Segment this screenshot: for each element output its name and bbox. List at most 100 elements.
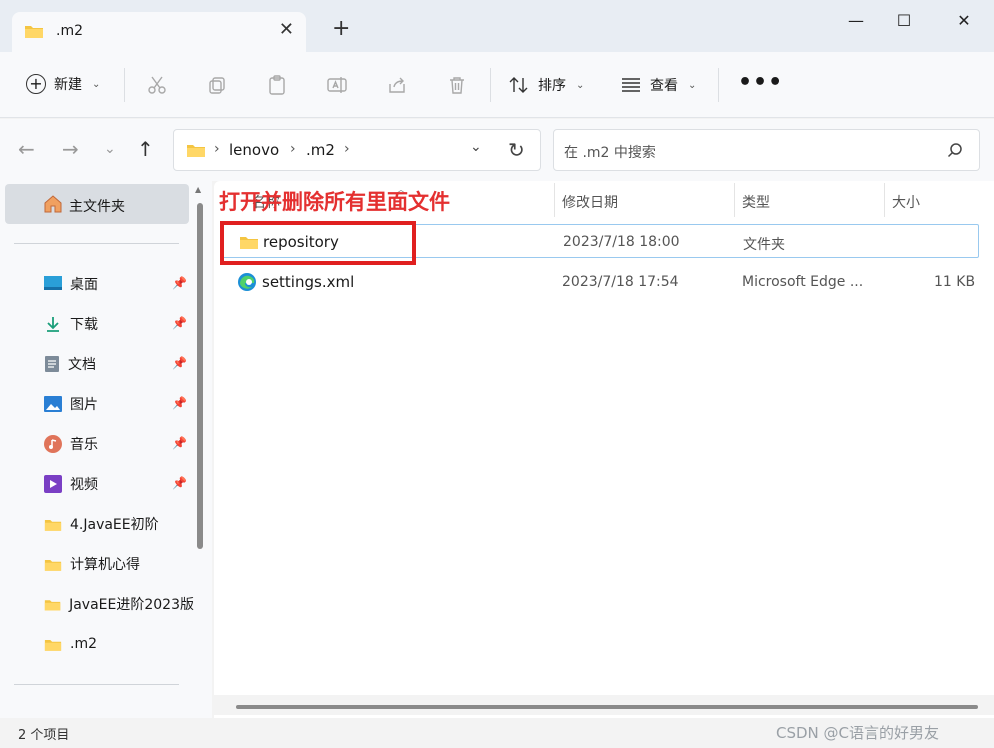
delete-icon[interactable] (446, 74, 468, 96)
cut-icon[interactable] (146, 74, 168, 96)
edge-icon (238, 273, 256, 291)
toolbar-divider (490, 68, 491, 102)
pin-icon[interactable]: 📌 (172, 316, 187, 330)
column-divider[interactable] (734, 183, 735, 217)
sidebar-scrollbar[interactable] (197, 203, 203, 549)
sidebar-item-label: 计算机心得 (70, 557, 140, 573)
new-label: 新建 (54, 77, 82, 93)
copy-icon[interactable] (206, 74, 228, 96)
file-date: 2023/7/18 17:54 (562, 274, 679, 290)
document-icon (45, 356, 59, 372)
folder-icon (25, 26, 43, 38)
sort-icon (509, 77, 528, 93)
toolbar-divider (718, 68, 719, 102)
status-bar: 2 个项目 CSDN @C语言的好男友 (0, 718, 994, 748)
search-icon[interactable] (947, 142, 963, 158)
up-arrow-icon[interactable]: ↑ (137, 137, 154, 161)
refresh-icon[interactable]: ↻ (508, 138, 525, 162)
view-button[interactable]: 查看 ⌄ (620, 75, 696, 95)
file-row-settings[interactable]: settings.xml 2023/7/18 17:54 Microsoft E… (222, 265, 979, 299)
share-icon[interactable] (386, 74, 408, 96)
pin-icon[interactable]: 📌 (172, 356, 187, 370)
title-bar: .m2 ✕ + — ☐ ✕ (0, 0, 994, 52)
breadcrumb-chevron-icon[interactable]: › (290, 141, 296, 157)
view-icon (622, 78, 640, 92)
breadcrumb-chevron-icon[interactable]: › (214, 141, 220, 157)
watermark: CSDN @C语言的好男友 (776, 724, 940, 742)
scroll-up-icon[interactable]: ▲ (195, 185, 201, 194)
plus-icon: + (26, 74, 46, 94)
pin-icon[interactable]: 📌 (172, 396, 187, 410)
folder-icon (187, 145, 205, 157)
navigation-pane: 主文件夹 桌面 📌 下载 📌 文档 📌 图片 📌 音乐 📌 视频 📌 4.Jav… (0, 181, 212, 718)
picture-icon (44, 396, 62, 412)
chevron-down-icon: ⌄ (688, 79, 697, 91)
download-icon (47, 317, 59, 332)
back-arrow-icon[interactable]: ← (18, 137, 35, 161)
pin-icon[interactable]: 📌 (172, 476, 187, 490)
sidebar-item-m2[interactable]: .m2 (44, 633, 194, 655)
search-box[interactable]: 在 .m2 中搜索 (553, 129, 980, 171)
tab-m2[interactable]: .m2 ✕ (12, 12, 306, 52)
home-icon (44, 195, 62, 213)
annotation-highlight-box (220, 221, 416, 265)
column-header-type[interactable]: 类型 (742, 192, 770, 212)
search-placeholder: 在 .m2 中搜索 (564, 145, 656, 161)
more-options-icon[interactable]: ••• (738, 70, 783, 95)
toolbar-divider (124, 68, 125, 102)
sidebar-item-label: .m2 (70, 636, 97, 652)
forward-arrow-icon[interactable]: → (62, 137, 79, 161)
sidebar-item-label: 文档 (68, 357, 96, 373)
address-bar[interactable]: › lenovo › .m2 › ⌄ (173, 129, 541, 171)
sidebar-item-label: 桌面 (70, 277, 98, 293)
minimize-button[interactable]: — (832, 0, 880, 40)
item-count: 2 个项目 (18, 728, 70, 743)
sidebar-item-label: 4.JavaEE初阶 (70, 517, 159, 533)
address-dropdown-icon[interactable]: ⌄ (470, 139, 482, 155)
breadcrumb-chevron-icon[interactable]: › (344, 141, 350, 157)
sort-label: 排序 (538, 78, 566, 94)
sidebar-divider (14, 243, 179, 244)
folder-icon (44, 519, 62, 531)
column-divider[interactable] (554, 183, 555, 217)
file-type: 文件夹 (743, 237, 785, 253)
breadcrumb-m2[interactable]: .m2 (306, 141, 335, 159)
sidebar-item-home[interactable]: 主文件夹 (5, 184, 189, 224)
sidebar-item-javaee-advanced[interactable]: JavaEE进阶2023版 (44, 593, 194, 615)
command-bar: + 新建 ⌄ 排序 ⌄ 查看 ⌄ ••• (0, 52, 994, 118)
horizontal-scrollbar[interactable] (236, 705, 978, 709)
folder-icon (44, 559, 62, 571)
rename-icon[interactable] (326, 74, 348, 96)
video-icon (44, 475, 62, 493)
tab-close-icon[interactable]: ✕ (279, 19, 294, 40)
pin-icon[interactable]: 📌 (172, 276, 187, 290)
recent-locations-chevron-icon[interactable]: ⌄ (104, 141, 116, 157)
column-divider[interactable] (884, 183, 885, 217)
paste-icon[interactable] (266, 74, 288, 96)
desktop-icon (44, 276, 62, 290)
new-button[interactable]: + 新建 ⌄ (26, 74, 100, 94)
annotation-text: 打开并删除所有里面文件 (219, 190, 450, 214)
column-header-date[interactable]: 修改日期 (562, 192, 618, 212)
file-date: 2023/7/18 18:00 (563, 234, 680, 250)
sidebar-item-label: 音乐 (70, 437, 98, 453)
maximize-button[interactable]: ☐ (880, 0, 928, 40)
view-label: 查看 (650, 78, 678, 94)
pin-icon[interactable]: 📌 (172, 436, 187, 450)
sidebar-item-javaee-basic[interactable]: 4.JavaEE初阶 (44, 513, 194, 535)
column-header-size[interactable]: 大小 (892, 192, 920, 212)
music-icon (44, 435, 62, 453)
sort-button[interactable]: 排序 ⌄ (508, 75, 584, 95)
sidebar-item-label: JavaEE进阶2023版 (69, 597, 194, 613)
new-tab-icon[interactable]: + (332, 18, 350, 40)
chevron-down-icon: ⌄ (576, 79, 585, 91)
file-name: settings.xml (262, 273, 355, 291)
chevron-down-icon: ⌄ (92, 78, 101, 90)
file-type: Microsoft Edge ... (742, 274, 864, 290)
sidebar-divider (14, 684, 179, 685)
breadcrumb-lenovo[interactable]: lenovo (229, 141, 279, 159)
window-close-button[interactable]: ✕ (940, 0, 988, 40)
sidebar-home-label: 主文件夹 (69, 199, 125, 215)
sidebar-item-notes[interactable]: 计算机心得 (44, 553, 194, 575)
folder-icon (44, 599, 61, 610)
